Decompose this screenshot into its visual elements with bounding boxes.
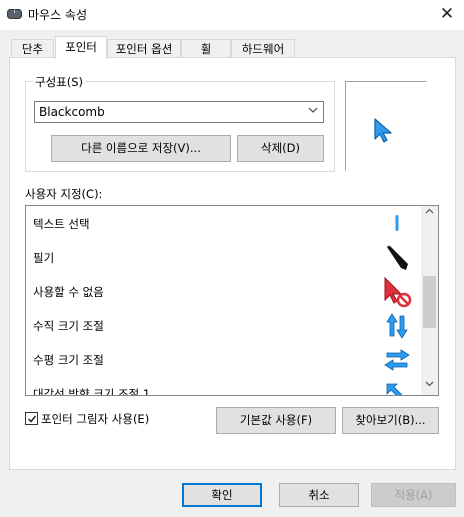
list-item[interactable]: 대각선 방향 크기 조절 1 <box>26 376 422 396</box>
handwriting-cursor-icon <box>386 245 408 270</box>
unavailable-cursor-icon <box>384 276 412 308</box>
tab-pointers[interactable]: 포인터 <box>55 36 107 59</box>
list-item[interactable]: 텍스트 선택 <box>26 206 422 240</box>
enable-shadow-label: 포인터 그림자 사용(E) <box>41 412 150 426</box>
tab-strip: 단추 포인터 포인터 옵션 휠 하드웨어 <box>0 36 464 59</box>
chevron-down-icon <box>425 381 434 391</box>
checkmark-icon <box>27 415 37 423</box>
use-default-button[interactable]: 기본값 사용(F) <box>216 407 336 434</box>
close-icon: ✕ <box>439 4 455 24</box>
list-item-label: 수평 크기 조절 <box>33 353 104 367</box>
cursor-list[interactable]: 텍스트 선택 필기 사용할 수 없음 수직 크기 조절 수평 크기 조절 대각선… <box>25 205 439 396</box>
close-button[interactable]: ✕ <box>432 2 462 26</box>
list-scrollbar[interactable] <box>421 206 438 395</box>
tab-pointer-options[interactable]: 포인터 옵션 <box>107 39 181 58</box>
cancel-button[interactable]: 취소 <box>279 483 359 507</box>
list-item[interactable]: 필기 <box>26 240 422 274</box>
list-item-label: 사용할 수 없음 <box>33 285 104 299</box>
window-title: 마우스 속성 <box>28 8 88 22</box>
ok-button[interactable]: 확인 <box>182 483 262 507</box>
mouse-icon <box>7 9 22 19</box>
tab-buttons[interactable]: 단추 <box>11 39 54 58</box>
enable-shadow-checkbox[interactable] <box>25 412 38 425</box>
delete-button[interactable]: 삭제(D) <box>237 135 324 162</box>
scroll-thumb[interactable] <box>423 276 436 328</box>
scheme-dropdown[interactable]: Blackcomb <box>34 101 324 123</box>
title-bar: 마우스 속성 ✕ <box>0 0 464 30</box>
list-item[interactable]: 사용할 수 없음 <box>26 274 422 308</box>
save-as-button[interactable]: 다른 이름으로 저장(V)... <box>51 135 231 162</box>
list-item-label: 수직 크기 조절 <box>33 319 104 333</box>
list-item[interactable]: 수평 크기 조절 <box>26 342 422 376</box>
apply-button[interactable]: 적용(A) <box>371 483 456 507</box>
list-item-label: 대각선 방향 크기 조절 1 <box>33 387 151 396</box>
horizontal-resize-cursor-icon <box>384 349 410 371</box>
browse-button[interactable]: 찾아보기(B)... <box>342 407 439 434</box>
vertical-resize-cursor-icon <box>386 313 408 339</box>
chevron-down-icon <box>308 105 318 118</box>
diagonal-resize-cursor-icon <box>386 383 403 395</box>
tab-wheel[interactable]: 휠 <box>181 39 231 58</box>
list-item[interactable]: 수직 크기 조절 <box>26 308 422 342</box>
list-item-label: 텍스트 선택 <box>33 217 90 231</box>
scheme-value: Blackcomb <box>39 105 105 119</box>
customize-label: 사용자 지정(C): <box>25 187 103 201</box>
scroll-down-button[interactable] <box>421 378 438 395</box>
tab-hardware[interactable]: 하드웨어 <box>231 39 295 58</box>
scheme-label: 구성표(S) <box>33 74 86 90</box>
scroll-up-button[interactable] <box>421 206 438 223</box>
cursor-preview <box>345 81 427 171</box>
list-item-label: 필기 <box>33 251 55 265</box>
text-select-cursor-icon <box>395 215 399 231</box>
arrow-cursor-icon <box>374 118 392 143</box>
chevron-up-icon <box>425 208 434 219</box>
